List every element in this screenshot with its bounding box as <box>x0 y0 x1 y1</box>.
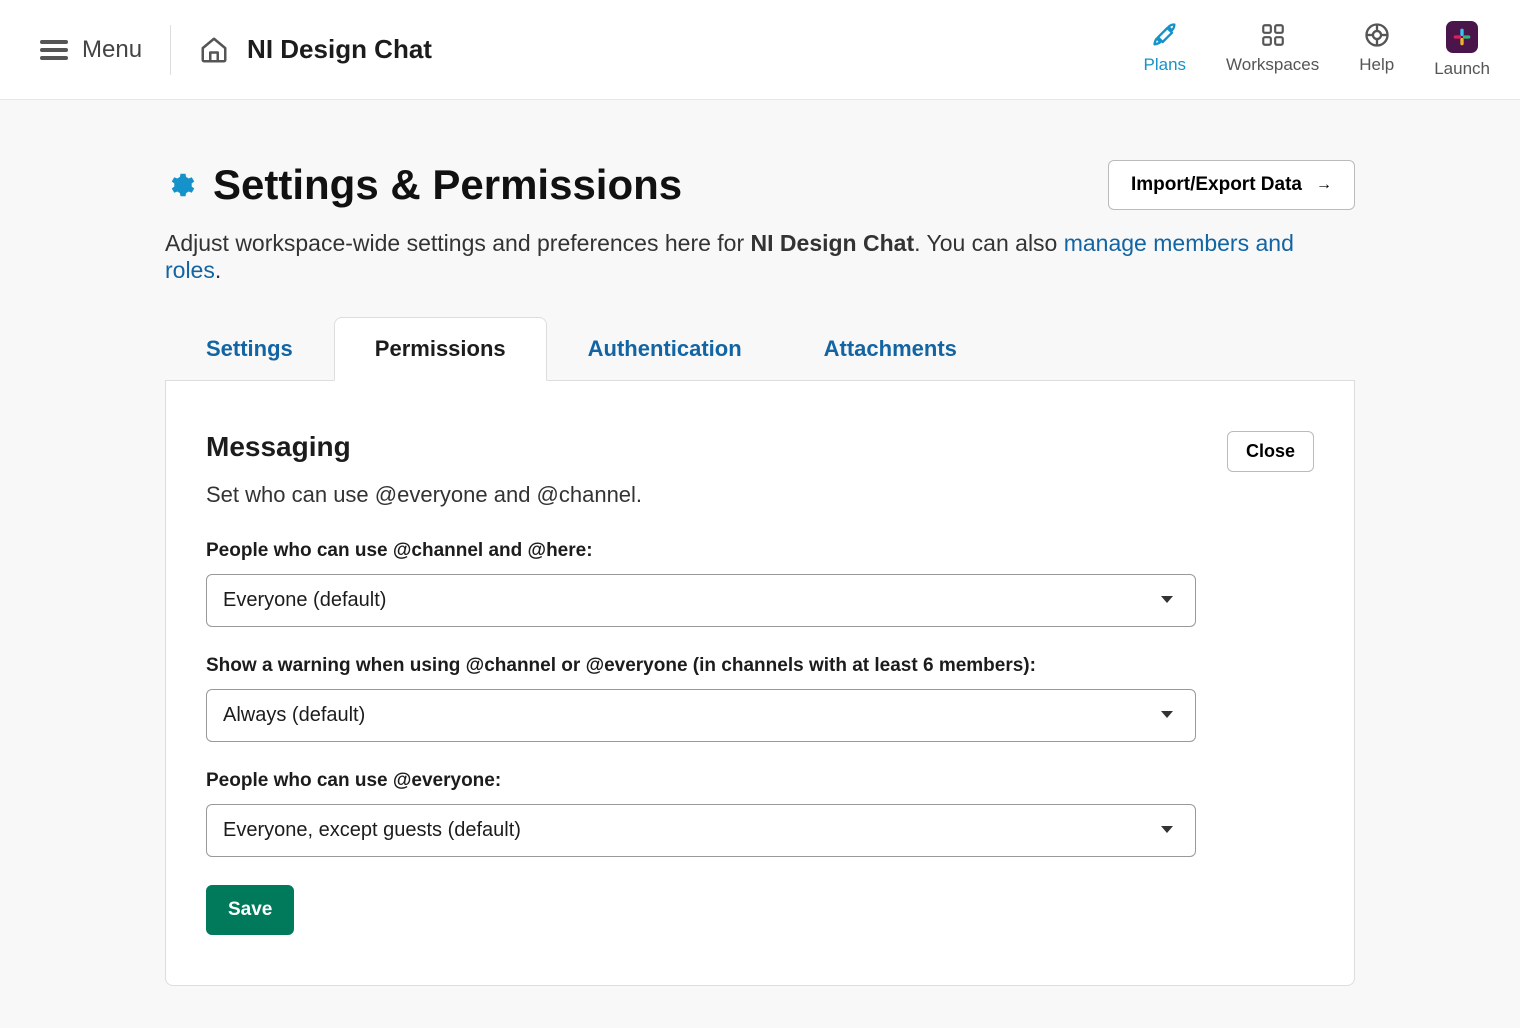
gear-icon <box>165 170 195 200</box>
import-export-button[interactable]: Import/Export Data → <box>1108 160 1355 210</box>
topbar-divider <box>170 25 171 75</box>
select-everyone[interactable]: Everyone, except guests (default) <box>206 804 1196 857</box>
field-everyone-label: People who can use @everyone: <box>206 770 1196 792</box>
topbar-nav: Plans Workspaces <box>1144 21 1491 79</box>
tabs: Settings Permissions Authentication Atta… <box>165 316 1355 381</box>
field-everyone: People who can use @everyone: Everyone, … <box>206 770 1196 857</box>
field-channel-here: People who can use @channel and @here: E… <box>206 540 1196 627</box>
tab-attachments[interactable]: Attachments <box>783 317 998 381</box>
section-header: Messaging Close <box>206 431 1314 472</box>
section-desc: Set who can use @everyone and @channel. <box>206 482 1314 508</box>
field-channel-here-label: People who can use @channel and @here: <box>206 540 1196 562</box>
tab-settings[interactable]: Settings <box>165 317 334 381</box>
subtitle-prefix: Adjust workspace-wide settings and prefe… <box>165 230 751 256</box>
nav-workspaces[interactable]: Workspaces <box>1226 21 1319 75</box>
subtitle-mid: . You can also <box>914 230 1064 256</box>
hamburger-icon <box>40 40 68 60</box>
page-title: Settings & Permissions <box>213 161 682 209</box>
field-warning: Show a warning when using @channel or @e… <box>206 655 1196 742</box>
page-header: Settings & Permissions Import/Export Dat… <box>165 160 1355 210</box>
nav-plans-label: Plans <box>1144 55 1187 75</box>
subtitle-suffix: . <box>215 257 221 283</box>
select-channel-here[interactable]: Everyone (default) <box>206 574 1196 627</box>
topbar: Menu NI Design Chat Plans <box>0 0 1520 100</box>
select-warning[interactable]: Always (default) <box>206 689 1196 742</box>
section-title: Messaging <box>206 431 351 463</box>
nav-help-label: Help <box>1359 55 1394 75</box>
field-warning-label: Show a warning when using @channel or @e… <box>206 655 1196 677</box>
permissions-panel: Messaging Close Set who can use @everyon… <box>165 381 1355 986</box>
tab-authentication[interactable]: Authentication <box>547 317 783 381</box>
nav-launch-label: Launch <box>1434 59 1490 79</box>
grid-icon <box>1259 21 1287 49</box>
menu-label: Menu <box>82 36 142 64</box>
close-button[interactable]: Close <box>1227 431 1314 472</box>
help-icon <box>1363 21 1391 49</box>
tab-permissions[interactable]: Permissions <box>334 317 547 381</box>
page-subtitle: Adjust workspace-wide settings and prefe… <box>165 230 1355 284</box>
nav-help[interactable]: Help <box>1359 21 1394 75</box>
arrow-right-icon: → <box>1316 176 1332 194</box>
nav-workspaces-label: Workspaces <box>1226 55 1319 75</box>
menu-button[interactable]: Menu <box>40 36 170 64</box>
import-export-label: Import/Export Data <box>1131 174 1302 196</box>
subtitle-workspace: NI Design Chat <box>751 230 915 256</box>
nav-plans[interactable]: Plans <box>1144 21 1187 75</box>
nav-launch[interactable]: Launch <box>1434 21 1490 79</box>
slack-icon <box>1446 21 1478 53</box>
main-content: Settings & Permissions Import/Export Dat… <box>165 100 1355 986</box>
workspace-name[interactable]: NI Design Chat <box>247 34 432 65</box>
rocket-icon <box>1151 21 1179 49</box>
home-icon[interactable] <box>199 35 229 65</box>
save-button[interactable]: Save <box>206 885 294 935</box>
